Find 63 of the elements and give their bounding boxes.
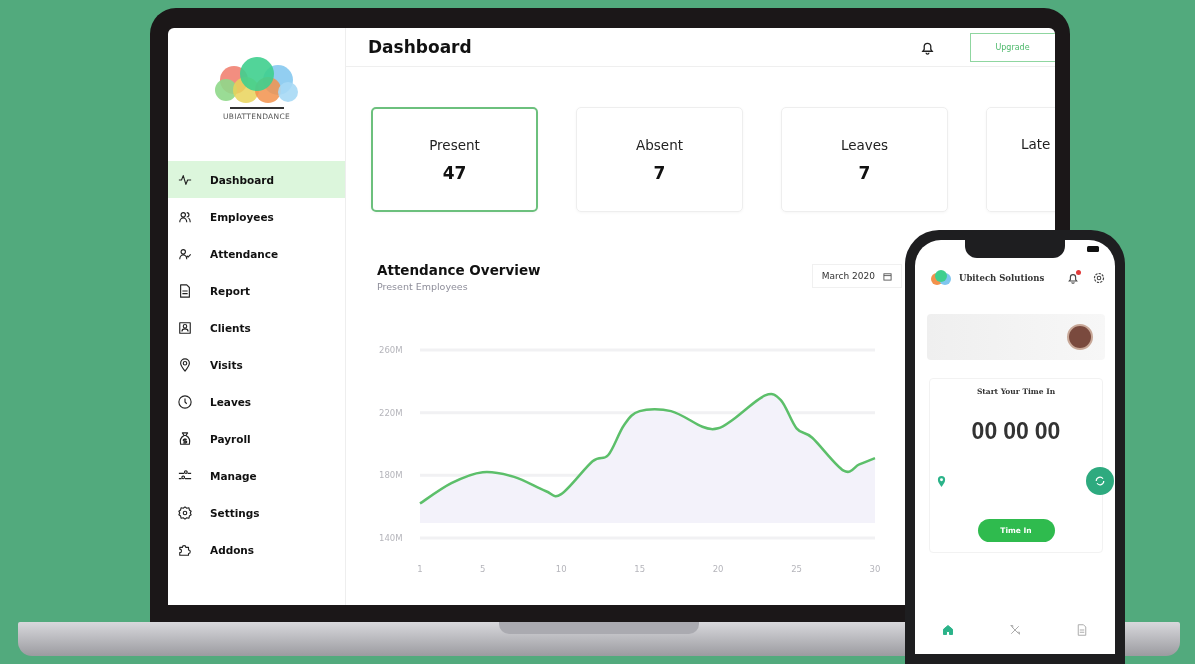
notification-bell-icon[interactable] bbox=[1067, 272, 1079, 284]
refresh-button[interactable] bbox=[1086, 467, 1114, 495]
sidebar-item[interactable]: Report bbox=[168, 272, 345, 309]
location-pin-icon bbox=[937, 474, 946, 488]
stat-value: 7 bbox=[653, 162, 666, 183]
stat-label: Absent bbox=[636, 136, 683, 153]
avatar bbox=[1067, 324, 1093, 350]
person-check-icon bbox=[178, 246, 192, 261]
contact-card-icon bbox=[178, 320, 192, 335]
timer-digits: 00 bbox=[1003, 418, 1029, 445]
sidebar-item[interactable]: Dashboard bbox=[168, 161, 345, 198]
settings-icon[interactable] bbox=[1093, 272, 1105, 284]
x-axis-label: 20 bbox=[712, 564, 724, 573]
timer-digits: 00 bbox=[1034, 418, 1061, 445]
month-picker[interactable]: March 2020 bbox=[811, 264, 902, 288]
timer-digits: 00 bbox=[971, 418, 998, 445]
stat-card[interactable]: Present 47 bbox=[371, 107, 538, 212]
y-axis-label: 220M bbox=[379, 407, 403, 418]
x-axis-label: 30 bbox=[869, 564, 880, 573]
stat-label: Late bbox=[1021, 136, 1051, 152]
sidebar-item[interactable]: Attendance bbox=[168, 235, 345, 272]
x-axis-label: 10 bbox=[555, 564, 567, 573]
app-name: Ubitech Solutions bbox=[959, 273, 1046, 283]
clock-icon bbox=[178, 394, 192, 409]
settings-icon bbox=[178, 505, 192, 520]
x-axis-label: 15 bbox=[634, 564, 646, 573]
sidebar-item[interactable]: Settings bbox=[168, 494, 345, 531]
x-axis-label: 1 bbox=[417, 564, 423, 573]
sidebar-item[interactable]: Visits bbox=[168, 346, 345, 383]
document-icon bbox=[1075, 624, 1088, 636]
document-icon bbox=[178, 283, 192, 298]
stat-card[interactable]: Late bbox=[986, 107, 1055, 212]
stat-label: Present bbox=[429, 136, 480, 153]
balloon-logo-icon bbox=[929, 270, 953, 286]
sidebar-item[interactable]: Leaves bbox=[168, 383, 345, 420]
money-bag-icon bbox=[178, 431, 192, 446]
battery-icon bbox=[1087, 246, 1101, 252]
y-axis-label: 180M bbox=[379, 470, 403, 481]
chart-title: Attendance Overview bbox=[377, 262, 541, 278]
page-title: Dashboard bbox=[368, 37, 472, 57]
calendar-icon bbox=[883, 271, 892, 281]
x-axis-label: 5 bbox=[480, 564, 486, 573]
location-pin-icon bbox=[178, 357, 192, 372]
y-axis-label: 140M bbox=[379, 533, 403, 543]
stat-value: 47 bbox=[442, 162, 467, 183]
x-axis-label: 25 bbox=[791, 564, 802, 573]
sidebar-item[interactable]: Employees bbox=[168, 198, 345, 235]
puzzle-piece-icon bbox=[178, 542, 192, 557]
stat-value: 7 bbox=[858, 162, 871, 183]
pulse-icon bbox=[178, 172, 192, 187]
sidebar-item[interactable]: Clients bbox=[168, 309, 345, 346]
stat-card[interactable]: Absent 7 bbox=[576, 107, 743, 212]
refresh-icon bbox=[1094, 475, 1106, 487]
stat-label: Leaves bbox=[840, 136, 889, 153]
sidebar-item[interactable]: Manage bbox=[168, 457, 345, 494]
sidebar-item[interactable]: Addons bbox=[168, 531, 345, 568]
chart-subtitle: Present Employees bbox=[377, 281, 469, 292]
stat-card[interactable]: Leaves 7 bbox=[781, 107, 948, 212]
sidebar-item[interactable]: Payroll bbox=[168, 420, 345, 457]
home-icon bbox=[942, 624, 955, 636]
people-icon bbox=[178, 209, 192, 224]
crossed-tools-icon bbox=[1009, 624, 1021, 636]
y-axis-label: 260M bbox=[379, 345, 403, 355]
